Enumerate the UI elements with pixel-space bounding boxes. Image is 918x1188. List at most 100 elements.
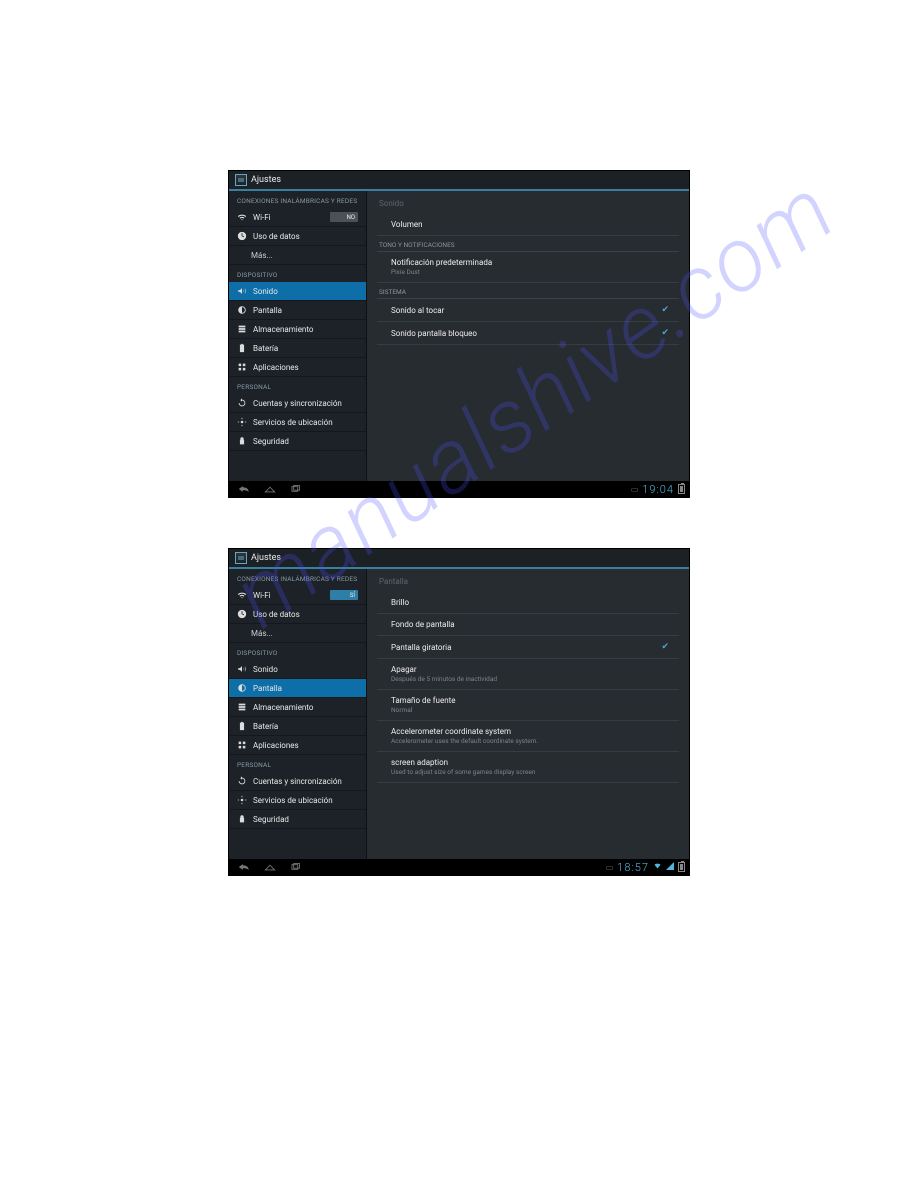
security-icon bbox=[237, 814, 247, 824]
content-item[interactable]: ApagarDespués de 5 minutos de inactivida… bbox=[377, 659, 679, 690]
sidebar-item-label: Wi-Fi bbox=[253, 591, 271, 600]
sidebar-item-label: Uso de datos bbox=[253, 232, 300, 241]
sidebar-item-label: Cuentas y sincronización bbox=[253, 399, 342, 408]
sidebar-item-label: Uso de datos bbox=[253, 610, 300, 619]
checkbox-checked-icon[interactable]: ✔ bbox=[661, 328, 669, 338]
sync-icon bbox=[237, 776, 247, 786]
content-item[interactable]: screen adaptionUsed to adjust size of so… bbox=[377, 752, 679, 783]
content-item-title: screen adaption bbox=[391, 758, 675, 767]
checkbox-checked-icon[interactable]: ✔ bbox=[661, 305, 669, 315]
notification-icon[interactable]: ▭ bbox=[606, 863, 614, 872]
wifi-icon bbox=[237, 590, 247, 600]
sidebar-item[interactable]: Aplicaciones bbox=[229, 358, 366, 377]
wifi-toggle[interactable]: SÍ bbox=[330, 590, 358, 600]
battery-icon bbox=[678, 862, 685, 872]
status-area: ▭19:04 bbox=[631, 483, 685, 496]
sidebar-item[interactable]: Batería bbox=[229, 339, 366, 358]
sidebar-item[interactable]: Uso de datos bbox=[229, 227, 366, 246]
wifi-icon bbox=[237, 212, 247, 222]
clock: 19:04 bbox=[642, 483, 674, 496]
sound-icon bbox=[237, 664, 247, 674]
settings-content: SonidoVolumenTONO Y NOTIFICACIONESNotifi… bbox=[367, 191, 689, 481]
display-icon bbox=[237, 305, 247, 315]
content-title: Sonido bbox=[377, 191, 679, 214]
content-item-title: Volumen bbox=[391, 220, 675, 229]
content-item-title: Accelerometer coordinate system bbox=[391, 727, 675, 736]
content-item-subtitle: Used to adjust size of some games displa… bbox=[391, 768, 675, 776]
content-item[interactable]: Volumen bbox=[377, 214, 679, 236]
sidebar-item[interactable]: Wi-Fi SÍ bbox=[229, 586, 366, 605]
content-item-title: Sonido al tocar bbox=[391, 306, 661, 315]
sidebar-item-label: Pantalla bbox=[253, 306, 282, 315]
sidebar-item[interactable]: Sonido bbox=[229, 660, 366, 679]
sidebar-item-label: Sonido bbox=[253, 287, 278, 296]
content-item-title: Fondo de pantalla bbox=[391, 620, 675, 629]
sidebar-item-label: Servicios de ubicación bbox=[253, 418, 333, 427]
sidebar-item-label: Seguridad bbox=[253, 437, 289, 446]
sidebar-item[interactable]: Aplicaciones bbox=[229, 736, 366, 755]
sidebar-item-label: Batería bbox=[253, 722, 278, 731]
content-item-title: Sonido pantalla bloqueo bbox=[391, 329, 661, 338]
notification-icon[interactable]: ▭ bbox=[631, 485, 639, 494]
sidebar-section-label: PERSONAL bbox=[229, 755, 366, 772]
content-item[interactable]: Sonido pantalla bloqueo✔ bbox=[377, 322, 679, 345]
sidebar-item[interactable]: Cuentas y sincronización bbox=[229, 772, 366, 791]
sidebar-item[interactable]: Seguridad bbox=[229, 432, 366, 451]
content-title: Pantalla bbox=[377, 569, 679, 592]
content-item[interactable]: Notificación predeterminadaPixie Dust bbox=[377, 252, 679, 283]
content-item-subtitle: Accelerometer uses the default coordinat… bbox=[391, 737, 675, 745]
content-item-title: Tamaño de fuente bbox=[391, 696, 675, 705]
home-button[interactable] bbox=[259, 862, 281, 872]
content-item-title: Brillo bbox=[391, 598, 675, 607]
sidebar-item[interactable]: Almacenamiento bbox=[229, 320, 366, 339]
sidebar-item[interactable]: Seguridad bbox=[229, 810, 366, 829]
back-button[interactable] bbox=[233, 862, 255, 872]
sidebar-section-label: CONEXIONES INALÁMBRICAS Y REDES bbox=[229, 569, 366, 586]
apps-icon bbox=[237, 362, 247, 372]
content-item[interactable]: Pantalla giratoria✔ bbox=[377, 636, 679, 659]
sidebar-item-label: Servicios de ubicación bbox=[253, 796, 333, 805]
home-button[interactable] bbox=[259, 484, 281, 494]
storage-icon bbox=[237, 702, 247, 712]
settings-icon bbox=[235, 174, 247, 186]
sidebar-item[interactable]: Cuentas y sincronización bbox=[229, 394, 366, 413]
content-item[interactable]: Sonido al tocar✔ bbox=[377, 299, 679, 322]
sidebar-item[interactable]: Almacenamiento bbox=[229, 698, 366, 717]
sidebar-item[interactable]: Servicios de ubicación bbox=[229, 791, 366, 810]
sidebar-item[interactable]: Pantalla bbox=[229, 301, 366, 320]
checkbox-checked-icon[interactable]: ✔ bbox=[661, 642, 669, 652]
display-icon bbox=[237, 683, 247, 693]
sidebar-section-label: PERSONAL bbox=[229, 377, 366, 394]
sidebar-item[interactable]: Batería bbox=[229, 717, 366, 736]
data-icon bbox=[237, 231, 247, 241]
recent-button[interactable] bbox=[285, 862, 307, 872]
sidebar-item[interactable]: Wi-FiNO bbox=[229, 208, 366, 227]
content-item[interactable]: Tamaño de fuenteNormal bbox=[377, 690, 679, 721]
system-bar: ▭19:04 bbox=[229, 481, 689, 497]
app-title: Ajustes bbox=[251, 553, 281, 563]
sidebar-item-label: Almacenamiento bbox=[253, 703, 313, 712]
sidebar-section-label: DISPOSITIVO bbox=[229, 643, 366, 660]
content-section-label: TONO Y NOTIFICACIONES bbox=[377, 236, 679, 252]
signal-icon bbox=[666, 862, 674, 873]
sidebar-item[interactable]: Sonido bbox=[229, 282, 366, 301]
content-item-title: Notificación predeterminada bbox=[391, 258, 675, 267]
sidebar-item-label: Aplicaciones bbox=[253, 363, 299, 372]
sidebar-item[interactable]: Más... bbox=[229, 624, 366, 643]
sidebar-item-label: Sonido bbox=[253, 665, 278, 674]
back-button[interactable] bbox=[233, 484, 255, 494]
recent-button[interactable] bbox=[285, 484, 307, 494]
content-item[interactable]: Fondo de pantalla bbox=[377, 614, 679, 636]
sidebar-item[interactable]: Servicios de ubicación bbox=[229, 413, 366, 432]
clock: 18:57 bbox=[617, 861, 649, 874]
wifi-toggle[interactable]: NO bbox=[330, 212, 358, 222]
sidebar-item[interactable]: Uso de datos bbox=[229, 605, 366, 624]
sidebar-item[interactable]: Pantalla bbox=[229, 679, 366, 698]
content-item[interactable]: Accelerometer coordinate systemAccelerom… bbox=[377, 721, 679, 752]
sidebar-item[interactable]: Más... bbox=[229, 246, 366, 265]
content-item[interactable]: Brillo bbox=[377, 592, 679, 614]
app-header: Ajustes bbox=[229, 171, 689, 191]
app-title: Ajustes bbox=[251, 175, 281, 185]
content-item-subtitle: Pixie Dust bbox=[391, 268, 675, 276]
data-icon bbox=[237, 609, 247, 619]
